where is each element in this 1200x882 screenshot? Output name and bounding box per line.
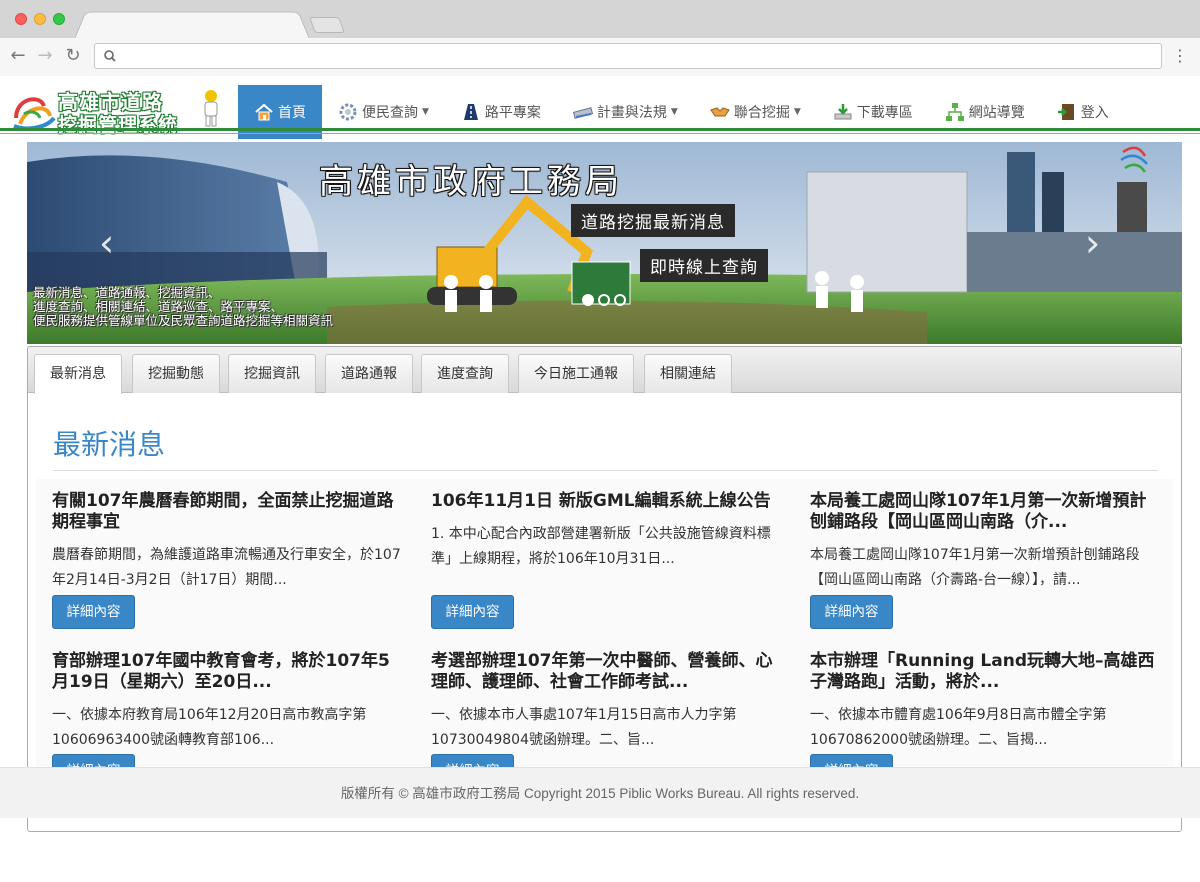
home-icon — [255, 103, 273, 121]
content-panel: 最新消息 挖掘動態 挖掘資訊 道路通報 進度查詢 今日施工通報 相關連結 最新消… — [27, 346, 1182, 832]
news-title[interactable]: 本市辦理「Running Land玩轉大地–高雄西子灣路跑」活動，將於... — [810, 651, 1160, 693]
site-logo[interactable]: 高雄市道路 挖掘管理系統 — [10, 84, 230, 136]
worker-icon — [204, 90, 218, 127]
nav-plans-regulations-label: 計畫與法規 — [596, 105, 667, 121]
browser-tabstrip — [0, 0, 1200, 39]
latest-news-banner-button[interactable]: 道路挖掘最新消息 — [571, 204, 735, 237]
banner-title: 高雄市政府工務局 — [319, 162, 623, 202]
search-icon — [104, 50, 116, 62]
news-summary: 農曆春節期間，為維護道路車流暢通及行車安全，於107年2月14日-3月2日（計1… — [52, 547, 401, 588]
tab-progress-query[interactable]: 進度查詢 — [421, 354, 509, 393]
carousel-next-icon[interactable]: › — [1085, 224, 1100, 262]
nav-login-label: 登入 — [1080, 105, 1109, 121]
logo-swirl-icon — [13, 97, 56, 131]
news-summary: 一、依據本府教育局106年12月20日高市教高字第10606963400號函轉教… — [52, 707, 367, 748]
details-button[interactable]: 詳細內容 — [52, 595, 135, 629]
nav-home-label: 首頁 — [278, 105, 306, 121]
carousel-dot[interactable] — [598, 294, 610, 306]
close-window-button[interactable] — [15, 13, 27, 25]
nav-citizen-query-label: 便民查詢 — [362, 105, 418, 121]
back-arrow-icon[interactable]: ← — [6, 44, 30, 68]
news-card: 本市辦理「Running Land玩轉大地–高雄西子灣路跑」活動，將於... 一… — [810, 651, 1160, 753]
nav-road-project-label: 路平專案 — [484, 105, 541, 121]
browser-tab[interactable] — [74, 11, 310, 39]
browser-chrome: ← → ↻ ⋮ — [0, 0, 1200, 76]
download-icon — [834, 104, 852, 120]
news-card: 有關107年農曆春節期間，全面禁止挖掘道路期程事宜 農曆春節期間，為維護道路車流… — [52, 491, 402, 593]
news-title[interactable]: 有關107年農曆春節期間，全面禁止挖掘道路期程事宜 — [52, 491, 402, 533]
reload-icon[interactable]: ↻ — [61, 44, 85, 68]
sitemap-icon — [945, 103, 964, 121]
door-icon — [1057, 104, 1074, 120]
address-bar[interactable] — [94, 43, 1162, 69]
header-divider — [0, 128, 1200, 131]
news-summary: 一、依據本市體育處106年9月8日高市體全字第10670862000號函辦理。二… — [810, 707, 1107, 748]
banner-text-line1: 最新消息、道路通報、挖掘資訊、 — [33, 285, 221, 300]
tab-road-reports[interactable]: 道路通報 — [325, 354, 413, 393]
nav-sitemap-label: 網站導覽 — [968, 105, 1025, 121]
news-summary: 本局養工處岡山隊107年1月第一次新增預計刨鋪路段【岡山區岡山南路（介壽路-台一… — [810, 547, 1140, 588]
gear-icon — [339, 103, 357, 121]
section-divider — [53, 470, 1158, 471]
tab-excavation-info[interactable]: 挖掘資訊 — [228, 354, 316, 393]
nav-joint-excavation-label: 聯合挖掘 — [733, 105, 790, 121]
chevron-down-icon: ▼ — [670, 107, 678, 117]
news-summary: 一、依據本市人事處107年1月15日高市人力字第10730049804號函辦理。… — [431, 707, 737, 748]
carousel-dot[interactable] — [614, 294, 626, 306]
news-card: 考選部辦理107年第一次中醫師、營養師、心理師、護理師、社會工作師考試... 一… — [431, 651, 781, 753]
news-card: 106年11月1日 新版GML編輯系統上線公告 1. 本中心配合內政部營建署新版… — [431, 491, 781, 572]
tab-today-construction[interactable]: 今日施工通報 — [518, 354, 634, 393]
news-title[interactable]: 106年11月1日 新版GML編輯系統上線公告 — [431, 491, 781, 512]
news-card: 育部辦理107年國中教育會考，將於107年5月19日（星期六）至20日... 一… — [52, 651, 402, 753]
banner-description: 最新消息、道路通報、挖掘資訊、 進度查詢、相關連結、道路巡查、路平專案、 便民服… — [33, 286, 333, 328]
forward-arrow-icon[interactable]: → — [33, 44, 57, 68]
chevron-down-icon: ▼ — [422, 107, 429, 117]
tab-bar: 最新消息 挖掘動態 挖掘資訊 道路通報 進度查詢 今日施工通報 相關連結 — [28, 347, 1181, 394]
tab-related-links[interactable]: 相關連結 — [644, 354, 732, 393]
carousel-indicators — [582, 294, 626, 306]
carousel-dot[interactable] — [582, 294, 594, 306]
header-divider-thin — [0, 133, 1200, 134]
news-title[interactable]: 本局養工處岡山隊107年1月第一次新增預計刨鋪路段【岡山區岡山南路（介... — [810, 491, 1160, 533]
site-footer: 版權所有 © 高雄市政府工務局 Copyright 2015 Piblic Wo… — [0, 767, 1200, 818]
online-query-banner-button[interactable]: 即時線上查詢 — [640, 249, 768, 282]
news-title[interactable]: 考選部辦理107年第一次中醫師、營養師、心理師、護理師、社會工作師考試... — [431, 651, 781, 693]
ruler-icon — [572, 107, 593, 119]
news-title[interactable]: 育部辦理107年國中教育會考，將於107年5月19日（星期六）至20日... — [52, 651, 402, 693]
chevron-down-icon: ▼ — [793, 107, 801, 117]
news-card: 本局養工處岡山隊107年1月第一次新增預計刨鋪路段【岡山區岡山南路（介... 本… — [810, 491, 1160, 593]
copyright-text: 版權所有 © 高雄市政府工務局 Copyright 2015 Piblic Wo… — [340, 786, 860, 801]
section-title: 最新消息 — [53, 428, 166, 461]
banner-text-line3: 便民服務提供管線單位及民眾查詢道路挖掘等相關資訊 — [33, 313, 334, 328]
tab-latest-news[interactable]: 最新消息 — [34, 354, 122, 394]
nav-download-label: 下載專區 — [856, 105, 913, 121]
hero-banner: 高雄市政府工務局 道路挖掘最新消息 即時線上查詢 最新消息、道路通報、挖掘資訊、… — [27, 142, 1182, 344]
new-tab-button[interactable] — [309, 17, 345, 33]
banner-text-line2: 進度查詢、相關連結、道路巡查、路平專案、 — [33, 299, 284, 314]
maximize-window-button[interactable] — [53, 13, 65, 25]
browser-menu-icon[interactable]: ⋮ — [1172, 44, 1188, 68]
news-summary: 1. 本中心配合內政部營建署新版「公共設施管線資料標準」上線期程，將於106年1… — [431, 526, 771, 567]
browser-toolbar: ← → ↻ ⋮ — [0, 38, 1200, 76]
tab-excavation-updates[interactable]: 挖掘動態 — [132, 354, 220, 393]
road-icon — [463, 104, 478, 120]
site-header: 高雄市道路 挖掘管理系統 首頁 便民查詢 ▼ 路平專案 計畫與法規 ▼ 聯合挖掘… — [0, 77, 1200, 139]
details-button[interactable]: 詳細內容 — [431, 595, 514, 629]
carousel-prev-icon[interactable]: ‹ — [99, 224, 114, 262]
handshake-icon — [710, 107, 730, 117]
details-button[interactable]: 詳細內容 — [810, 595, 893, 629]
minimize-window-button[interactable] — [34, 13, 46, 25]
